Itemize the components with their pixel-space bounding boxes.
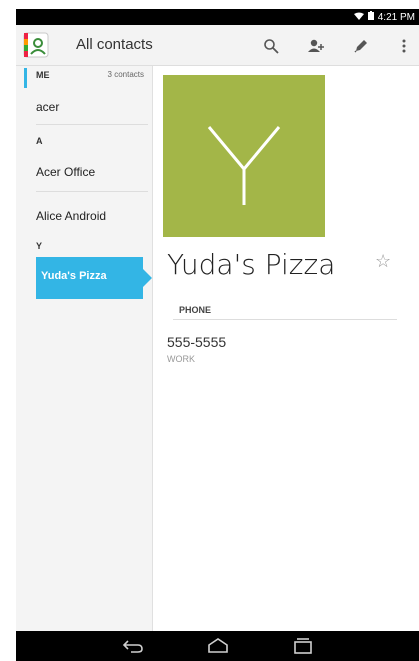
contact-list: ME 3 contacts acer A Acer Office Alice A… — [16, 66, 153, 631]
back-icon[interactable] — [121, 637, 145, 655]
list-item-selected[interactable]: Yuda's Pizza — [36, 257, 152, 299]
phone-type-label: WORK — [167, 354, 195, 364]
divider — [36, 191, 148, 192]
battery-icon — [367, 11, 374, 23]
list-item-me[interactable]: acer — [36, 100, 59, 114]
device-screen: 4:21 PM All contacts ME 3 contacts acer … — [16, 9, 419, 661]
contacts-count: 3 contacts — [107, 70, 144, 79]
contact-detail: Yuda's Pizza ☆ PHONE 555-5555 WORK — [153, 66, 419, 631]
list-item[interactable]: Alice Android — [36, 209, 106, 223]
wifi-icon — [353, 12, 364, 23]
section-header-me: ME — [36, 70, 50, 80]
me-section-indicator — [24, 68, 27, 88]
home-icon[interactable] — [206, 637, 230, 655]
divider — [36, 124, 148, 125]
contact-photo[interactable] — [163, 75, 325, 237]
page-title: All contacts — [76, 36, 153, 53]
divider — [173, 319, 397, 320]
action-bar: All contacts — [16, 25, 419, 66]
contact-name: Yuda's Pizza — [167, 248, 336, 281]
contacts-app-icon[interactable] — [22, 31, 50, 59]
navigation-bar — [16, 631, 419, 661]
contact-photo-letter-icon — [207, 126, 281, 205]
recent-apps-icon[interactable] — [291, 637, 315, 655]
section-header-a: A — [36, 136, 43, 146]
list-item[interactable]: Acer Office — [36, 165, 95, 179]
add-contact-icon[interactable] — [305, 35, 327, 57]
status-time: 4:21 PM — [377, 11, 415, 23]
favorite-star-icon[interactable]: ☆ — [375, 251, 391, 272]
status-bar: 4:21 PM — [16, 9, 419, 25]
search-icon[interactable] — [260, 35, 282, 57]
phone-number[interactable]: 555-5555 — [167, 334, 226, 350]
phone-section-header: PHONE — [179, 305, 212, 315]
edit-icon[interactable] — [350, 35, 372, 57]
overflow-menu-icon[interactable] — [393, 35, 415, 57]
list-item-label: Yuda's Pizza — [41, 270, 107, 282]
section-header-y: Y — [36, 241, 43, 251]
device-frame-left — [0, 0, 16, 661]
